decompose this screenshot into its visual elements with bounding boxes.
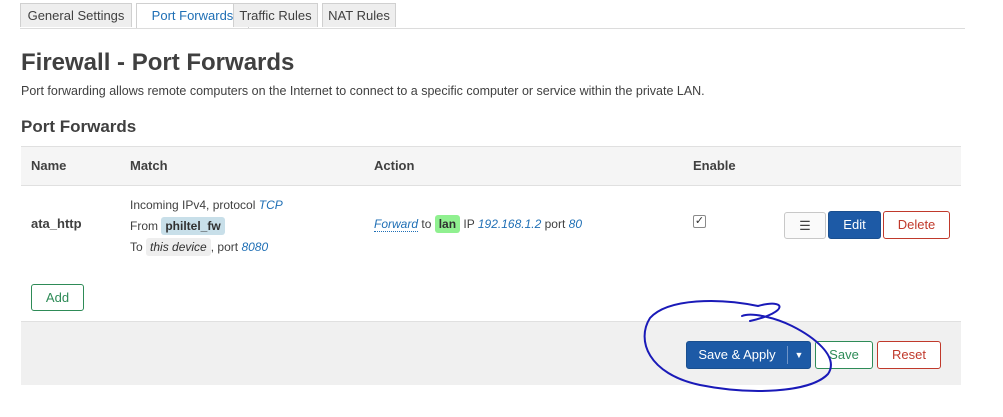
- rule-name: ata_http: [31, 216, 82, 231]
- menu-icon: ☰: [799, 218, 811, 233]
- delete-button[interactable]: Delete: [883, 211, 950, 239]
- action-port-label: port: [544, 217, 566, 231]
- column-header-enable: Enable: [693, 158, 736, 173]
- tab-traffic-rules[interactable]: Traffic Rules: [233, 3, 318, 27]
- column-header-match: Match: [130, 158, 168, 173]
- save-button[interactable]: Save: [815, 341, 873, 369]
- rule-action: Forward to lan IP 192.168.1.2 port 80: [374, 215, 582, 233]
- rule-match: Incoming IPv4, protocol TCP From philtel…: [130, 195, 283, 258]
- zone-badge-lan: lan: [434, 215, 461, 233]
- edit-button[interactable]: Edit: [828, 211, 881, 239]
- action-to-label: to: [421, 217, 432, 231]
- tab-bar: General Settings Port Forwards Traffic R…: [20, 3, 965, 29]
- reset-button[interactable]: Reset: [877, 341, 941, 369]
- footer-actions: Save & Apply ▼ Save Reset: [21, 321, 961, 385]
- page-title: Firewall - Port Forwards: [21, 49, 295, 76]
- match-protocol: TCP: [258, 198, 283, 212]
- action-forward: Forward: [374, 217, 419, 232]
- column-header-name: Name: [31, 158, 67, 173]
- zone-badge-wan: philtel_fw: [161, 217, 225, 235]
- match-port-label: , port: [210, 240, 239, 254]
- match-incoming-text: Incoming IPv4, protocol: [130, 198, 256, 212]
- tab-nat-rules[interactable]: NAT Rules: [322, 3, 396, 27]
- drag-handle-button[interactable]: ☰: [784, 212, 826, 239]
- table-header: Name Match Action Enable: [21, 146, 961, 186]
- save-apply-label: Save & Apply: [698, 347, 776, 362]
- match-from-label: From: [130, 219, 158, 233]
- action-port: 80: [568, 217, 583, 231]
- action-ip: 192.168.1.2: [477, 217, 542, 231]
- enable-checkbox[interactable]: ✓: [693, 215, 706, 228]
- table-row: ata_http Incoming IPv4, protocol TCP Fro…: [21, 185, 961, 269]
- section-title: Port Forwards: [21, 117, 137, 136]
- zone-badge-device: this device: [146, 238, 211, 256]
- add-button[interactable]: Add: [31, 284, 84, 311]
- column-header-action: Action: [374, 158, 415, 173]
- save-apply-button[interactable]: Save & Apply ▼: [686, 341, 811, 369]
- page-description: Port forwarding allows remote computers …: [21, 84, 705, 98]
- match-port: 8080: [241, 240, 269, 254]
- tab-general-settings[interactable]: General Settings: [20, 3, 132, 27]
- match-to-label: To: [130, 240, 143, 254]
- action-ip-label: IP: [463, 217, 475, 231]
- chevron-down-icon[interactable]: ▼: [788, 342, 810, 368]
